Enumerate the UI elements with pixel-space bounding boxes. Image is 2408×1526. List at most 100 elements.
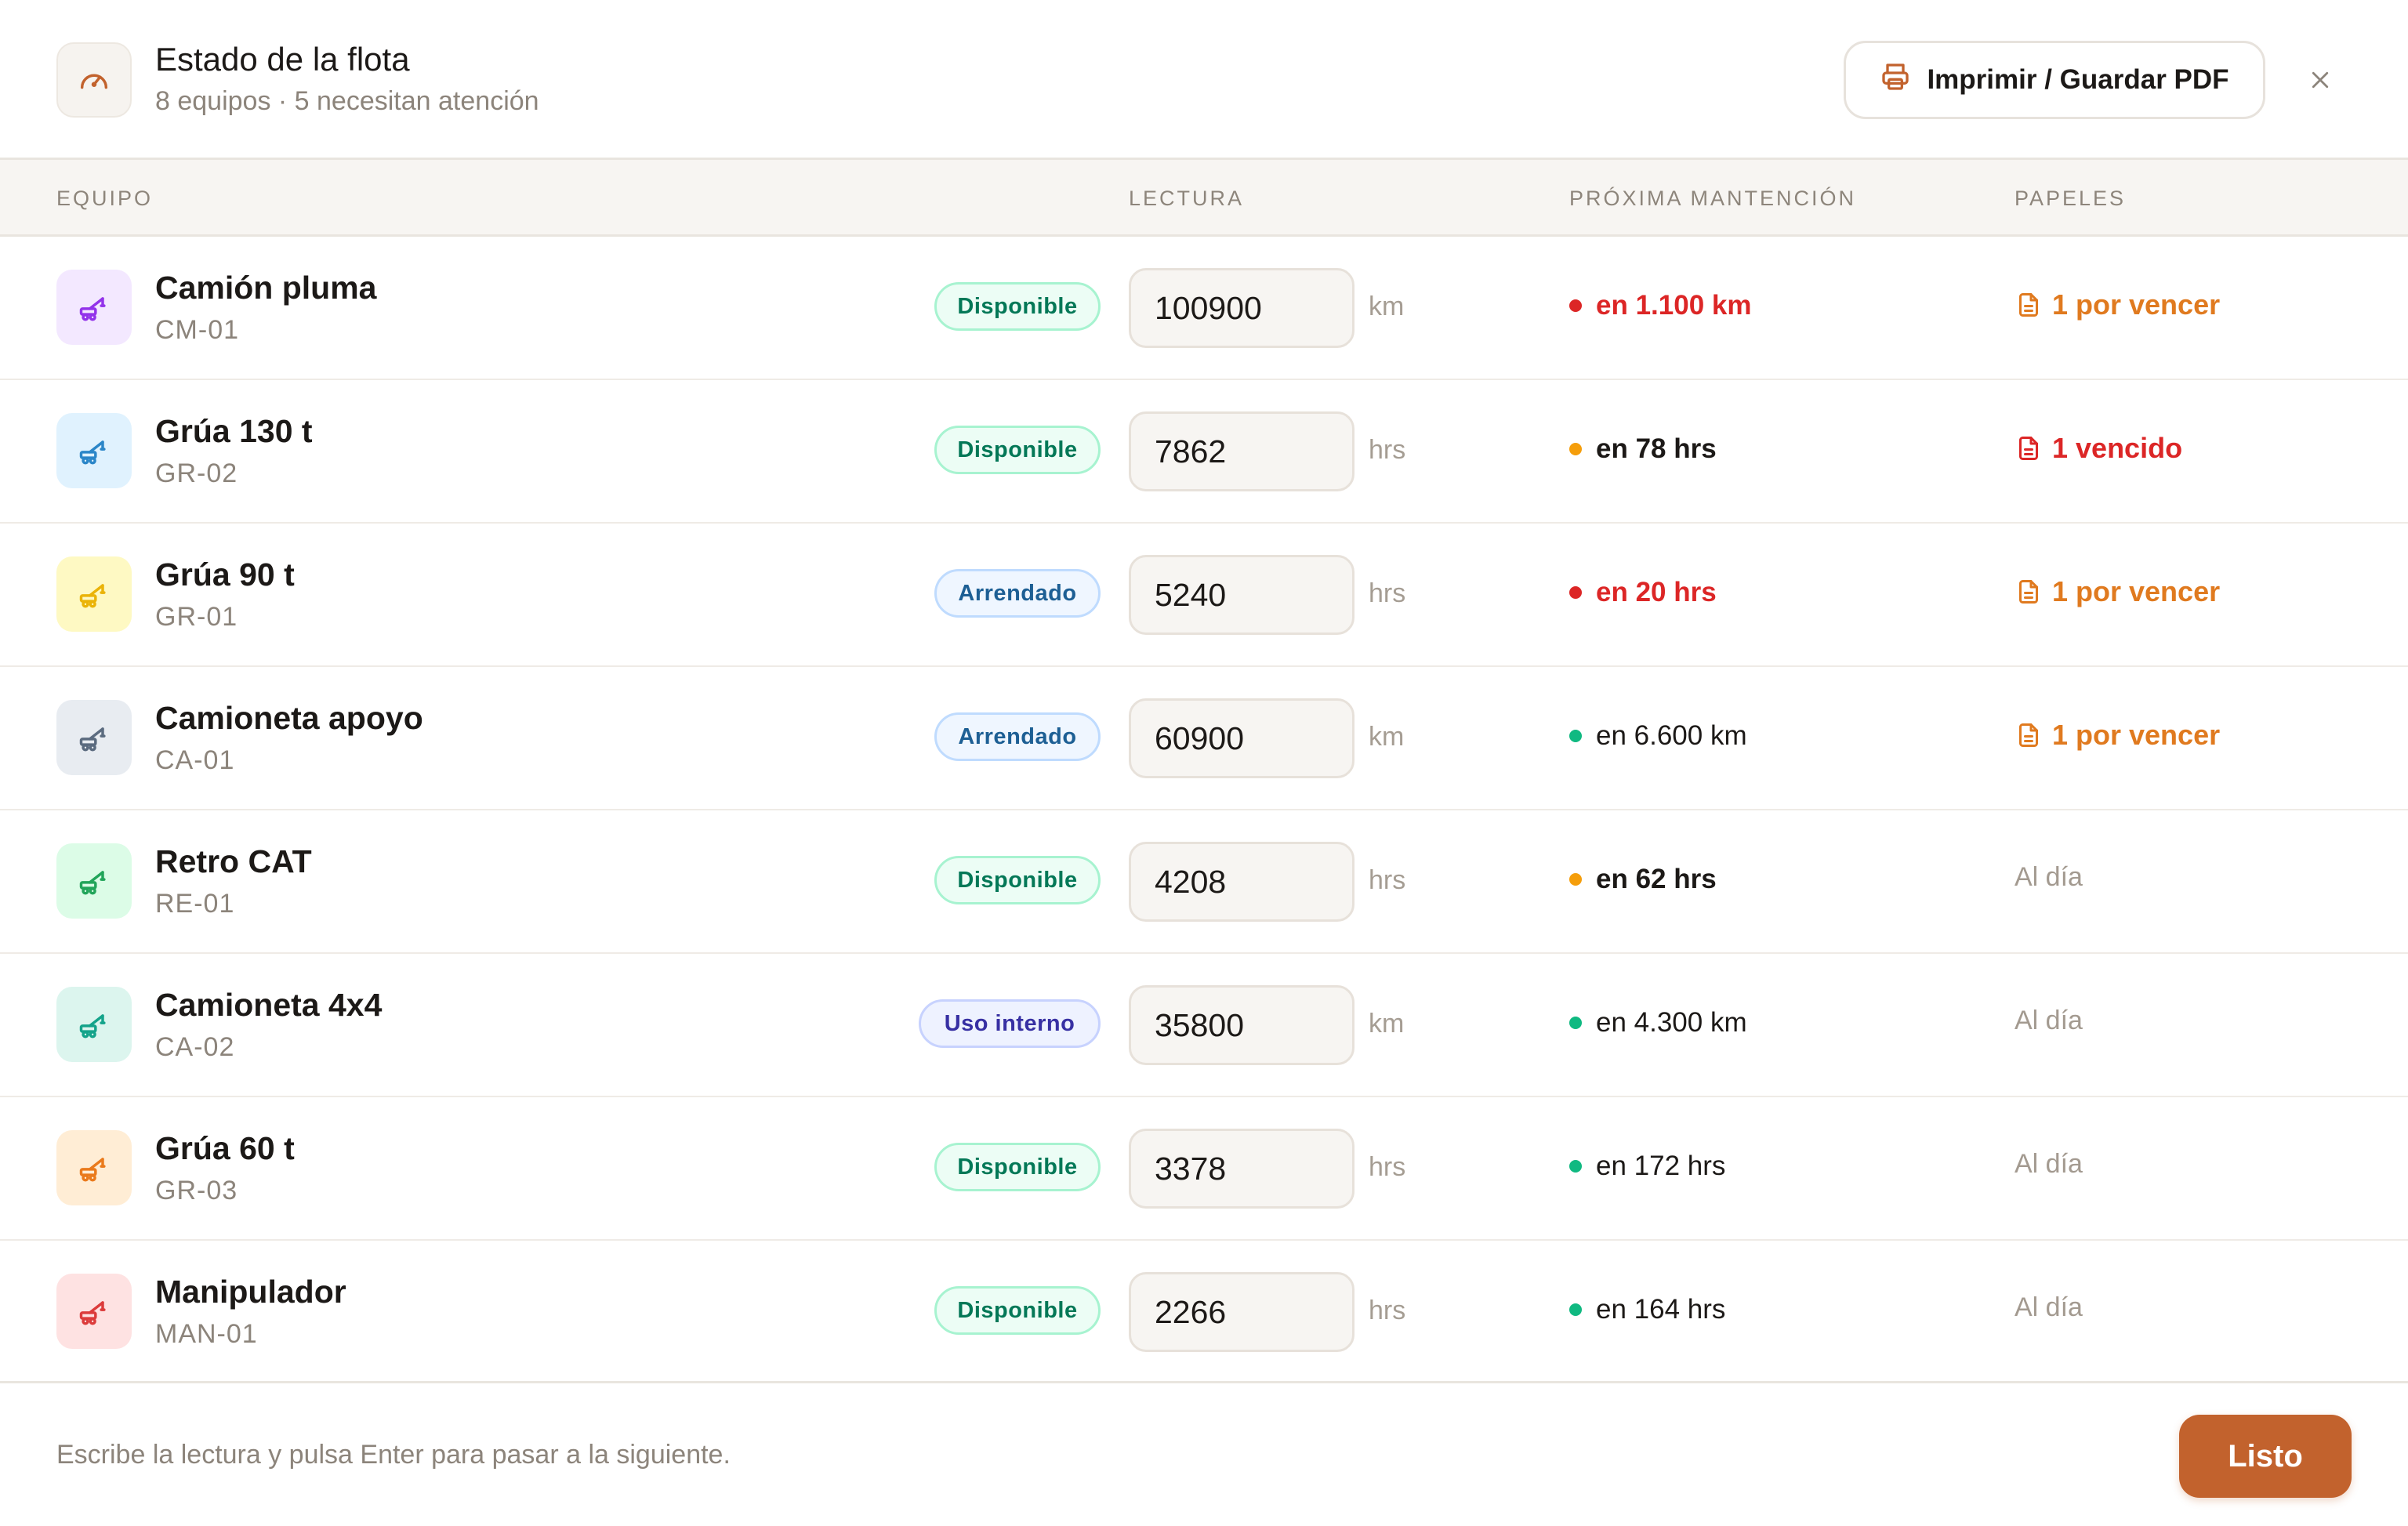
status-dot-icon	[1569, 299, 1582, 312]
table-row: Grúa 60 t GR-03 Disponible 3378 hrs en 172 hr…	[0, 1097, 2408, 1241]
equipment-code: CM-01	[155, 315, 240, 345]
document-icon	[2015, 434, 2043, 462]
status-dot-icon	[1569, 1160, 1582, 1173]
reading-unit: km	[1369, 292, 1405, 321]
papers-status: Al día	[2015, 862, 2083, 892]
reading-input[interactable]: 60900	[1129, 698, 1354, 778]
status-dot-icon	[1569, 1017, 1582, 1029]
equipment-name: Camioneta apoyo	[155, 700, 423, 736]
dialog-footer: Escribe la lectura y pulsa Enter para pa…	[0, 1381, 2408, 1526]
dialog-title: Estado de la flota	[155, 41, 410, 78]
status-badge: Disponible	[934, 1286, 1101, 1335]
table-row: Camioneta apoyo CA-01 Arrendado 60900 km en 6…	[0, 667, 2408, 810]
status-badge: Disponible	[934, 1143, 1101, 1191]
equipment-code: CA-01	[155, 745, 235, 775]
equipment-name: Camión pluma	[155, 270, 377, 306]
close-icon[interactable]	[2297, 56, 2344, 103]
table-row: Camioneta 4x4 CA-02 Uso interno 35800 km en 4…	[0, 954, 2408, 1097]
next-maintenance: en 78 hrs	[1569, 433, 1717, 465]
printer-icon	[1880, 61, 1911, 100]
equipment-code: CA-02	[155, 1032, 235, 1062]
reading-unit: hrs	[1369, 865, 1406, 895]
dialog-subtitle: 8 equipos · 5 necesitan atención	[155, 86, 539, 116]
gauge-icon	[56, 42, 132, 118]
reading-input[interactable]: 7862	[1129, 411, 1354, 491]
next-maintenance: en 4.300 km	[1569, 1007, 1747, 1038]
equipment-name: Camioneta 4x4	[155, 987, 383, 1023]
next-maintenance: en 164 hrs	[1569, 1294, 1725, 1325]
reading-unit: km	[1369, 722, 1405, 752]
table-row: Camión pluma CM-01 Disponible 100900 km en 1.…	[0, 237, 2408, 380]
papers-status[interactable]: 1 por vencer	[2015, 575, 2220, 608]
reading-input[interactable]: 100900	[1129, 268, 1354, 348]
status-dot-icon	[1569, 586, 1582, 599]
equipment-code: MAN-01	[155, 1319, 258, 1349]
equipment-code: GR-01	[155, 602, 238, 632]
table-row: Grúa 130 t GR-02 Disponible 7862 hrs en 78 hr…	[0, 380, 2408, 524]
footer-hint: Escribe la lectura y pulsa Enter para pa…	[56, 1440, 731, 1470]
table-row: Grúa 90 t GR-01 Arrendado 5240 hrs en 20 hrs 1…	[0, 524, 2408, 667]
status-dot-icon	[1569, 1303, 1582, 1316]
table-header: EQUIPO LECTURA PRÓXIMA MANTENCIÓN PAPELE…	[0, 160, 2408, 237]
next-maintenance: en 6.600 km	[1569, 720, 1747, 752]
crane-icon	[56, 700, 132, 775]
next-maintenance: en 20 hrs	[1569, 577, 1717, 608]
fleet-status-dialog: Estado de la flota 8 equipos · 5 necesit…	[0, 0, 2408, 1526]
column-header-mantencion: PRÓXIMA MANTENCIÓN	[1569, 187, 1857, 210]
status-dot-icon	[1569, 873, 1582, 886]
papers-status: Al día	[2015, 1006, 2083, 1035]
equipment-name: Grúa 130 t	[155, 413, 313, 449]
status-badge: Arrendado	[934, 569, 1101, 618]
document-icon	[2015, 291, 2043, 319]
reading-unit: hrs	[1369, 1152, 1406, 1182]
crane-icon	[56, 843, 132, 919]
papers-status: Al día	[2015, 1149, 2083, 1179]
crane-icon	[56, 413, 132, 488]
papers-status: Al día	[2015, 1292, 2083, 1322]
column-header-equipo: EQUIPO	[56, 187, 154, 210]
status-badge: Disponible	[934, 282, 1101, 331]
status-badge: Disponible	[934, 856, 1101, 904]
print-pdf-label: Imprimir / Guardar PDF	[1927, 64, 2229, 95]
status-badge: Uso interno	[919, 999, 1101, 1048]
crane-icon	[56, 270, 132, 345]
crane-icon	[56, 1130, 132, 1205]
table-row: Retro CAT RE-01 Disponible 4208 hrs en 62 hrs…	[0, 810, 2408, 954]
status-dot-icon	[1569, 730, 1582, 742]
equipment-name: Retro CAT	[155, 843, 312, 879]
reading-input[interactable]: 2266	[1129, 1272, 1354, 1352]
equipment-code: GR-03	[155, 1176, 238, 1205]
papers-status[interactable]: 1 por vencer	[2015, 719, 2220, 752]
reading-unit: km	[1369, 1009, 1405, 1038]
next-maintenance: en 172 hrs	[1569, 1151, 1725, 1182]
equipment-code: GR-02	[155, 459, 238, 488]
papers-status[interactable]: 1 vencido	[2015, 432, 2182, 465]
equipment-name: Manipulador	[155, 1274, 346, 1310]
equipment-code: RE-01	[155, 889, 235, 919]
reading-unit: hrs	[1369, 435, 1406, 465]
status-badge: Disponible	[934, 426, 1101, 474]
status-badge: Arrendado	[934, 712, 1101, 761]
status-dot-icon	[1569, 443, 1582, 455]
crane-icon	[56, 987, 132, 1062]
reading-input[interactable]: 5240	[1129, 555, 1354, 635]
reading-input[interactable]: 35800	[1129, 985, 1354, 1065]
reading-input[interactable]: 4208	[1129, 842, 1354, 922]
done-button[interactable]: Listo	[2179, 1415, 2352, 1498]
crane-icon	[56, 556, 132, 632]
equipment-name: Grúa 90 t	[155, 556, 295, 593]
next-maintenance: en 1.100 km	[1569, 290, 1751, 321]
print-pdf-button[interactable]: Imprimir / Guardar PDF	[1844, 41, 2265, 119]
crane-icon	[56, 1274, 132, 1349]
reading-unit: hrs	[1369, 578, 1406, 608]
reading-input[interactable]: 3378	[1129, 1129, 1354, 1209]
document-icon	[2015, 578, 2043, 606]
next-maintenance: en 62 hrs	[1569, 864, 1717, 895]
papers-status[interactable]: 1 por vencer	[2015, 288, 2220, 321]
equipment-name: Grúa 60 t	[155, 1130, 295, 1166]
dialog-header: Estado de la flota 8 equipos · 5 necesit…	[0, 0, 2408, 160]
column-header-papeles: PAPELES	[2015, 187, 2127, 210]
reading-unit: hrs	[1369, 1296, 1406, 1325]
table-row: Manipulador MAN-01 Disponible 2266 hrs en 164…	[0, 1241, 2408, 1384]
column-header-lectura: LECTURA	[1129, 187, 1245, 210]
